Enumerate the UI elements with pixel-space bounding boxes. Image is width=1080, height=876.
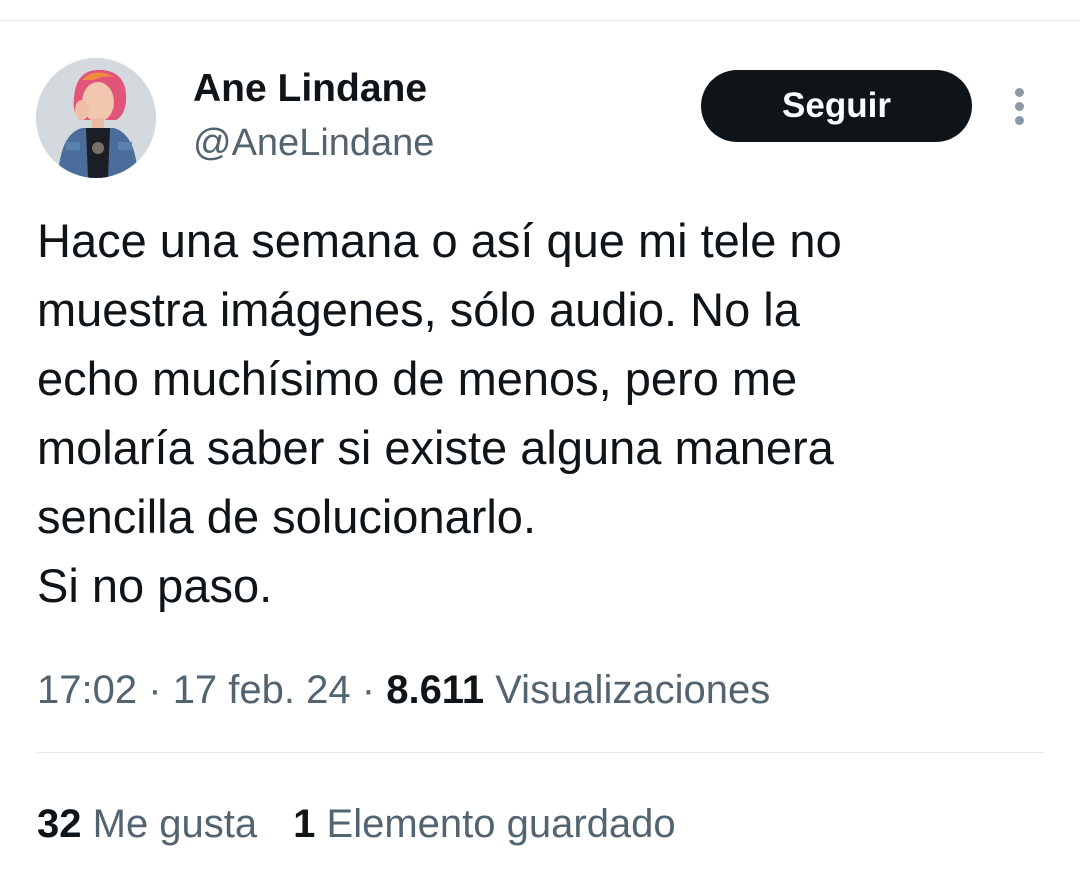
tweet-date[interactable]: 17 feb. 24	[173, 668, 351, 712]
user-avatar[interactable]	[36, 58, 156, 178]
bookmarks-stat[interactable]: 1 Elemento guardado	[293, 802, 676, 846]
more-dot	[1015, 102, 1024, 111]
likes-count: 32	[37, 802, 82, 846]
more-dot	[1015, 88, 1024, 97]
top-divider	[0, 20, 1080, 21]
tweet-metadata: 17:02 · 17 feb. 24 · 8.611 Visualizacion…	[37, 666, 770, 714]
more-options-icon[interactable]	[1004, 84, 1036, 128]
avatar-image	[36, 58, 156, 178]
tweet-line: Hace una semana o así que mi tele no	[37, 214, 842, 267]
user-handle[interactable]: @AneLindane	[193, 120, 434, 166]
stats-divider	[37, 752, 1044, 753]
views-count[interactable]: 8.611	[386, 668, 484, 712]
tweet-time[interactable]: 17:02	[37, 668, 137, 712]
meta-separator: ·	[361, 668, 376, 712]
bookmarks-count: 1	[293, 802, 316, 846]
user-display-name[interactable]: Ane Lindane	[193, 66, 427, 112]
engagement-stats: 32 Me gusta 1 Elemento guardado	[37, 800, 676, 848]
meta-separator: ·	[148, 668, 162, 712]
tweet-line: echo muchísimo de menos, pero me	[37, 352, 798, 405]
views-label[interactable]: Visualizaciones	[495, 668, 770, 712]
likes-stat[interactable]: 32 Me gusta	[37, 802, 257, 846]
tweet-line: Si no paso.	[37, 559, 273, 612]
tweet-text: Hace una semana o así que mi tele no mue…	[37, 206, 1047, 620]
more-dot	[1015, 116, 1024, 125]
tweet-line: sencilla de solucionarlo.	[37, 490, 537, 543]
bookmarks-label: Elemento guardado	[326, 802, 676, 846]
tweet-line: muestra imágenes, sólo audio. No la	[37, 283, 800, 336]
follow-button[interactable]: Seguir	[701, 70, 972, 142]
likes-label: Me gusta	[92, 802, 258, 846]
tweet-line: molaría saber si existe alguna manera	[37, 421, 834, 474]
